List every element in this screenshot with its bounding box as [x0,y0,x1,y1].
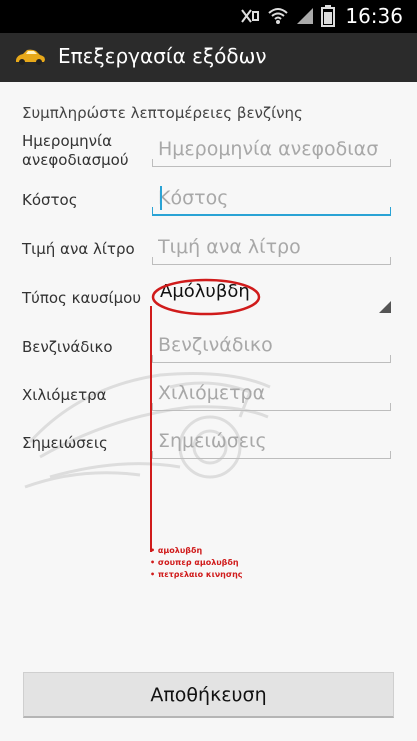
cost-field[interactable] [152,184,391,216]
status-bar: 16:36 [0,0,417,33]
signal-icon [295,6,315,26]
gas-station-underline [152,355,391,363]
spinner-arrow-icon [379,301,391,313]
gas-station-field[interactable] [152,331,391,363]
mute-icon [239,6,261,26]
kilometers-label: Χιλιόμετρα [22,386,107,404]
status-icons: 16:36 [239,4,403,28]
car-icon[interactable] [14,48,46,70]
section-header: Συμπληρώστε λεπτομέρειες βενζίνης [22,104,303,122]
save-button[interactable]: Αποθήκευση [23,672,394,718]
fuel-form: Συμπληρώστε λεπτομέρειες βενζίνης Ημερομ… [0,82,417,741]
fuel-option: αμολυβδη [150,545,243,557]
price-per-liter-label: Τιμή ανα λίτρο [22,240,135,258]
date-label: Ημερομηνία ανεφοδιασμού [22,132,129,169]
fuel-option: πετρελαιο κινησης [150,569,243,581]
fuel-options-annotation: αμολυβδη σουπερ αμολυβδη πετρελαιο κινησ… [150,545,243,581]
gas-station-label: Βενζινάδικο [22,338,113,356]
date-field[interactable] [152,135,391,167]
notes-underline [152,451,391,459]
notes-field[interactable] [152,427,391,459]
cost-underline [152,207,391,216]
notes-label: Σημειώσεις [22,434,108,452]
battery-icon [321,5,336,27]
price-per-liter-underline [152,257,391,265]
cost-label: Κόστος [22,191,78,209]
annotation-ellipse [151,278,261,316]
action-bar: Επεξεργασία εξόδων [0,33,417,82]
wifi-icon [267,6,289,26]
kilometers-underline [152,403,391,411]
action-bar-title: Επεξεργασία εξόδων [58,44,267,68]
fuel-type-label: Τύπος καυσίμου [22,289,142,307]
date-underline [152,159,391,167]
price-per-liter-field[interactable] [152,233,391,265]
clock: 16:36 [345,4,403,28]
fuel-option: σουπερ αμολυβδη [150,557,243,569]
kilometers-field[interactable] [152,379,391,411]
